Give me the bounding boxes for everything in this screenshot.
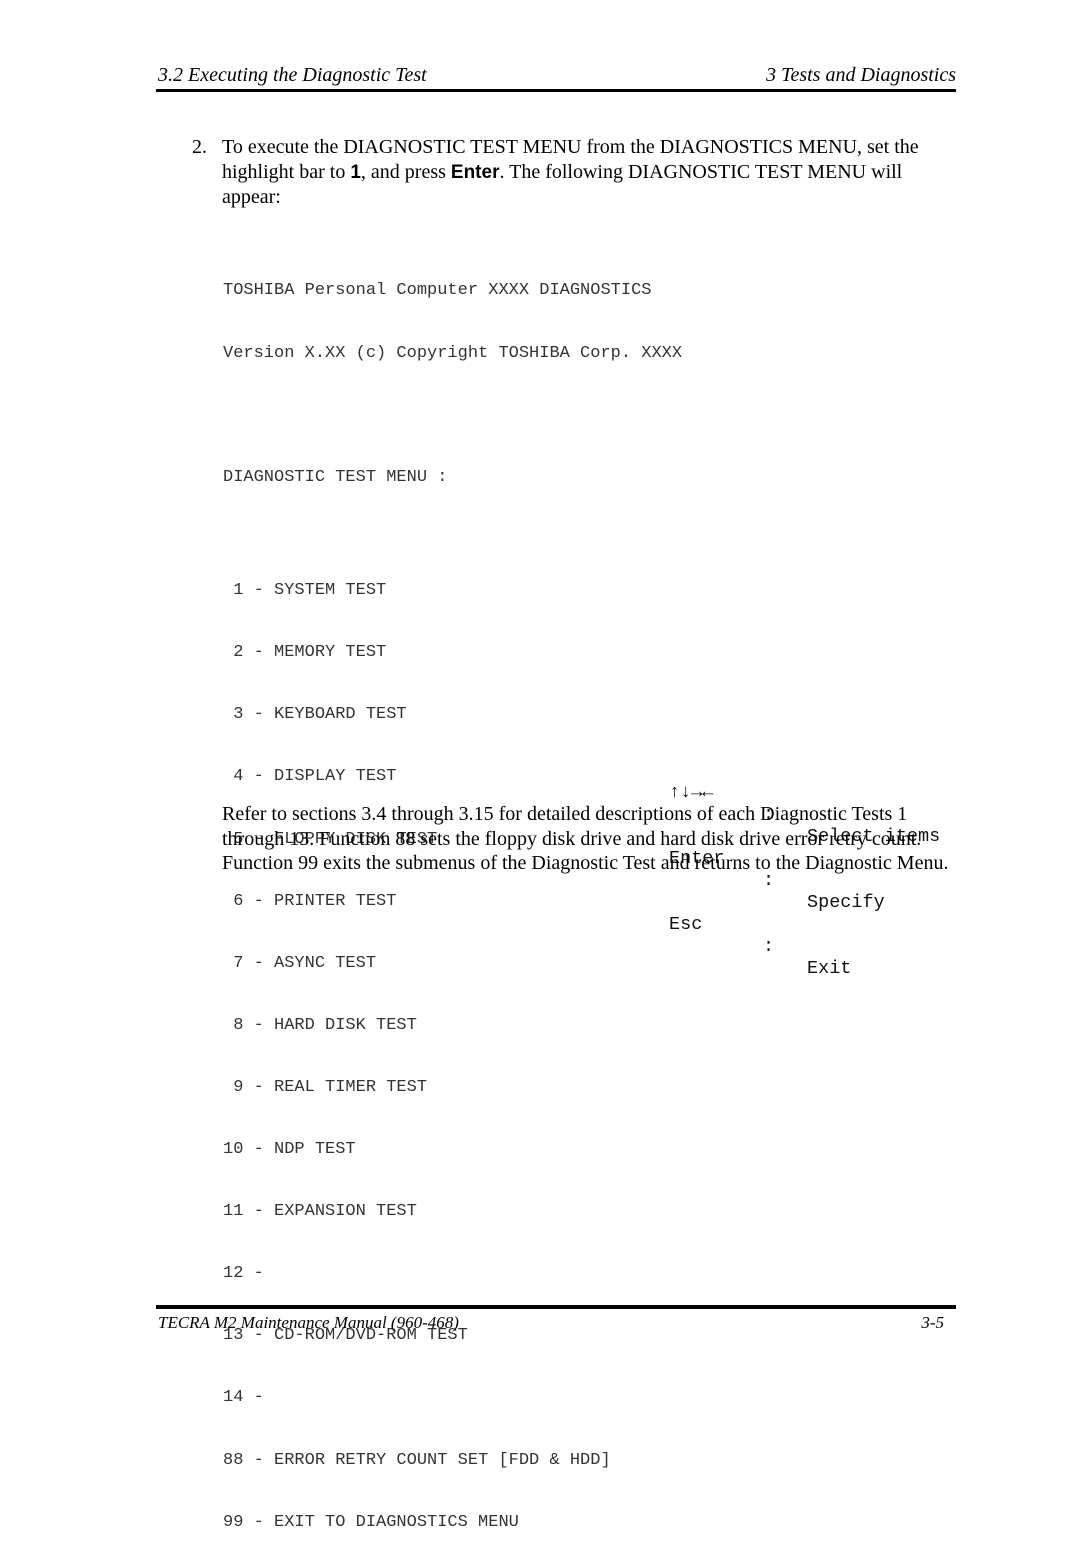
menu-item: 6 - PRINTER TEST [223,891,397,911]
menu-item: 12 - [223,1264,264,1284]
enter-key-label: Enter [450,162,500,183]
highlight-value: 1 [350,162,361,183]
manual-title: TECRA M2 Maintenance Manual (960-468) [158,1313,459,1332]
menu-item: 8 - HARD DISK TEST [223,1015,417,1035]
step-text-part: , and press [360,161,451,183]
menu-heading: DIAGNOSTIC TEST MENU : [223,467,448,487]
page-header: 3.2 Executing the Diagnostic Test 3 Test… [158,64,956,88]
step-number: 2. [192,136,207,158]
menu-item: 11 - EXPANSION TEST [223,1202,417,1222]
header-divider [156,89,956,92]
diagnostic-screen: TOSHIBA Personal Computer XXXX DIAGNOSTI… [223,240,682,1554]
menu-item: 9 - REAL TIMER TEST [223,1077,428,1097]
key-row-select: ↑↓→← : Select items [667,760,957,847]
key-separator: : [763,936,775,957]
menu-item: 99 - EXIT TO DIAGNOSTICS MENU [223,1512,519,1532]
step-text: To execute the DIAGNOSTIC TEST MENU from… [222,135,957,210]
menu-item: 7 - ASYNC TEST [223,953,377,973]
key-description: Exit [807,958,852,979]
footer-divider [156,1305,956,1309]
screen-title-line-2: Version X.XX (c) Copyright TOSHIBA Corp.… [223,343,683,363]
menu-item: 14 - [223,1388,264,1408]
chapter-title: 3 Tests and Diagnostics [766,64,956,86]
menu-item: 10 - NDP TEST [223,1140,356,1160]
menu-item: 4 - DISPLAY TEST [223,767,397,787]
key-name: Esc [669,914,703,935]
key-row-esc: Esc : Exit [667,892,957,979]
menu-item: 2 - MEMORY TEST [223,643,387,663]
section-title: 3.2 Executing the Diagnostic Test [158,64,427,86]
menu-item: 1 - SYSTEM TEST [223,581,387,601]
screen-title-line-1: TOSHIBA Personal Computer XXXX DIAGNOSTI… [223,281,652,301]
page-number: 3-5 [921,1313,944,1332]
menu-item: 3 - KEYBOARD TEST [223,705,407,725]
menu-item: 88 - ERROR RETRY COUNT SET [FDD & HDD] [223,1450,611,1470]
arrow-keys-icon: ↑↓→← [669,782,714,803]
description-paragraph: Refer to sections 3.4 through 3.15 for d… [222,803,949,874]
